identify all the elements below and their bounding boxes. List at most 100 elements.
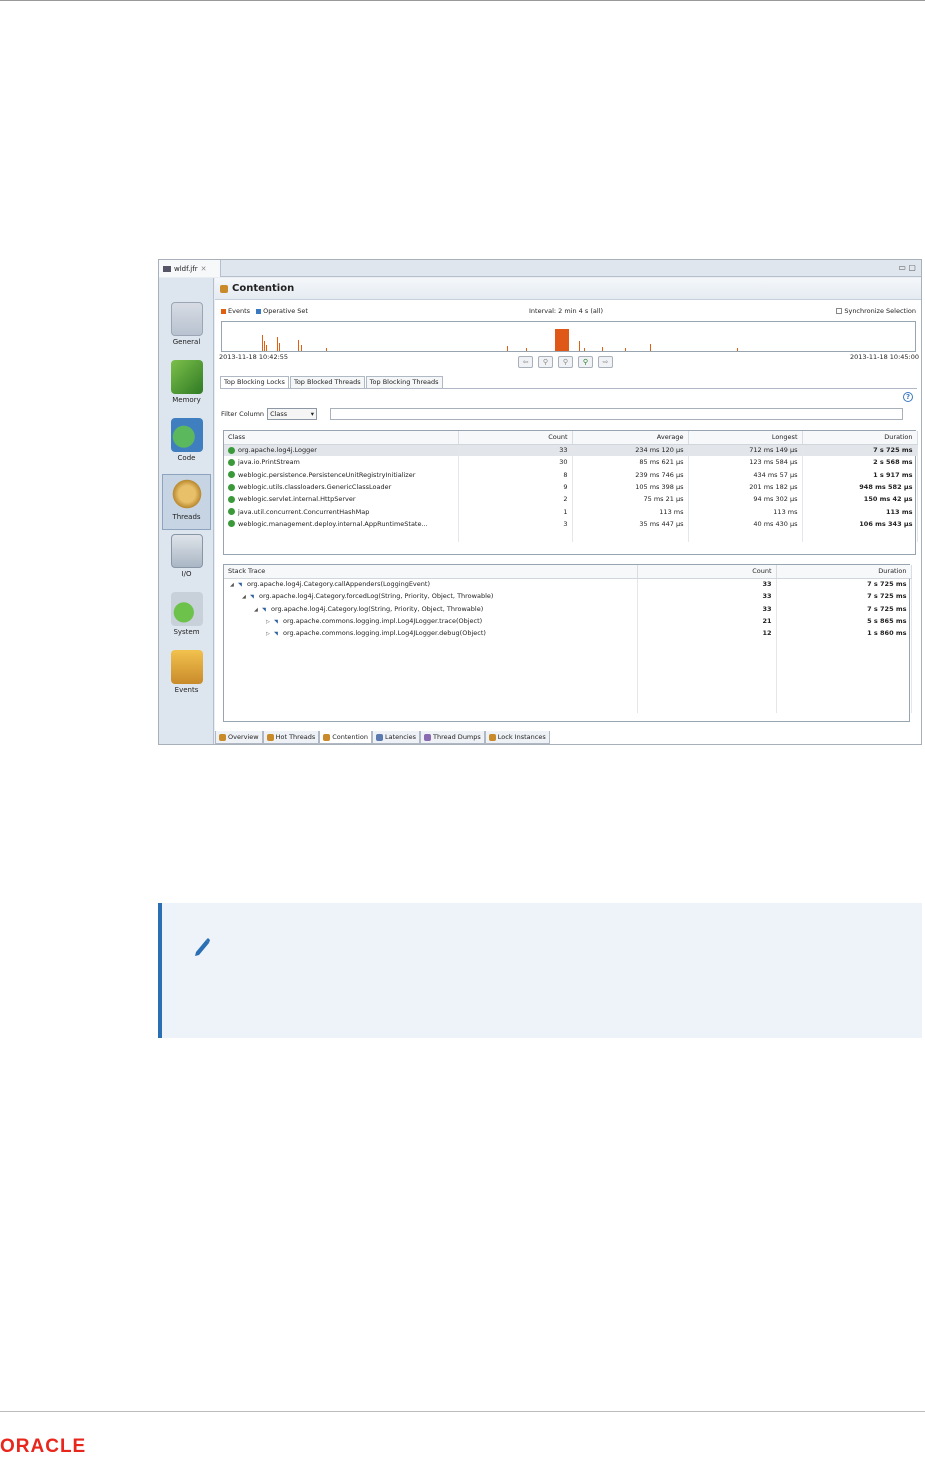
collapsed-triangle-icon[interactable]: ▷ (266, 619, 274, 625)
event-spike (526, 348, 527, 351)
bottom-tabs: Overview Hot Threads Contention Latencie… (215, 731, 550, 744)
table-row[interactable]: java.util.concurrent.ConcurrentHashMap 1… (224, 505, 918, 518)
table-row[interactable]: weblogic.management.deploy.internal.AppR… (224, 517, 918, 531)
zoom-out-button[interactable]: ⚲ (538, 356, 553, 368)
expanded-triangle-icon[interactable]: ◢ (242, 594, 250, 600)
memory-icon (170, 360, 203, 394)
threads-icon (170, 477, 203, 511)
frame-cell: ▷ ◥ org.apache.commons.logging.impl.Log4JL… (224, 614, 638, 628)
event-spike (326, 348, 327, 351)
event-spike (737, 348, 738, 351)
longest-cell: 123 ms 584 µs (688, 456, 803, 469)
class-name: org.apache.log4j.Logger (238, 446, 317, 455)
tab-lock-instances[interactable]: Lock Instances (484, 731, 550, 744)
sync-selection[interactable]: Synchronize Selection (836, 307, 916, 315)
close-icon[interactable]: ✕ (201, 265, 207, 273)
editor-tab[interactable]: wldf.jfr ✕ (159, 260, 221, 277)
filter-input[interactable] (330, 408, 903, 420)
timeline-chart[interactable] (221, 321, 916, 352)
class-name: weblogic.management.deploy.internal.AppR… (238, 519, 428, 528)
tab-overview[interactable]: Overview (215, 731, 263, 744)
tab-label: Lock Instances (497, 733, 546, 741)
tab-label: Hot Threads (275, 733, 316, 741)
window-controls[interactable]: ▭ ▢ (898, 263, 916, 272)
event-spike (279, 343, 280, 351)
frame-name: org.apache.commons.logging.impl.Log4JLog… (283, 629, 486, 638)
sync-checkbox[interactable] (836, 308, 843, 314)
table-row[interactable]: weblogic.persistence.PersistenceUnitRegi… (224, 468, 918, 481)
pan-left-button[interactable]: ⇦ (518, 356, 533, 368)
sidebar-item-io[interactable]: I/O (162, 532, 211, 588)
pan-right-button[interactable]: ⇨ (598, 356, 613, 368)
average-cell: 35 ms 447 µs (572, 517, 689, 531)
oracle-logo: ORACLE (0, 1436, 87, 1457)
table-row[interactable]: ▷ ◥ org.apache.commons.logging.impl.Log4JL… (224, 627, 912, 640)
tab-contention[interactable]: Contention (319, 731, 372, 744)
file-icon (163, 265, 171, 272)
sidebar-item-code[interactable]: Code (162, 416, 211, 472)
zoom-selection-button[interactable]: ⚲ (578, 356, 593, 368)
col-average[interactable]: Average (572, 431, 689, 445)
sidebar-item-general[interactable]: General (162, 300, 211, 356)
collapsed-triangle-icon[interactable]: ▷ (266, 631, 274, 637)
col-stack-trace[interactable]: Stack Trace (224, 565, 638, 579)
event-spike (264, 341, 265, 351)
col-longest[interactable]: Longest (688, 431, 803, 445)
tab-top-blocking-threads[interactable]: Top Blocking Threads (365, 376, 443, 388)
longest-cell: 94 ms 302 µs (688, 493, 803, 506)
table-row[interactable]: org.apache.log4j.Logger 33 234 ms 120 µs… (224, 444, 918, 457)
count-cell: 33 (637, 602, 777, 615)
editor-tab-label: wldf.jfr (174, 264, 198, 273)
longest-cell: 434 ms 57 µs (688, 468, 803, 481)
table-row[interactable]: weblogic.servlet.internal.HttpServer 2 7… (224, 493, 918, 506)
io-icon (170, 534, 203, 568)
tab-top-blocking-locks[interactable]: Top Blocking Locks (220, 376, 289, 388)
subtabs: Top Blocking Locks Top Blocked Threads T… (220, 376, 444, 388)
col-duration[interactable]: Duration (776, 565, 912, 579)
duration-cell: 7 s 725 ms (776, 578, 912, 591)
filter-row: Filter Column Class ▾ (221, 408, 318, 420)
events-swatch (221, 308, 226, 314)
average-cell: 234 ms 120 µs (572, 444, 689, 457)
tab-latencies[interactable]: Latencies (371, 731, 421, 744)
col-count[interactable]: Count (458, 431, 573, 445)
sidebar-item-label: Memory (172, 396, 201, 404)
col-duration[interactable]: Duration (802, 431, 918, 445)
count-cell: 2 (458, 493, 573, 506)
longest-cell: 113 ms (688, 505, 803, 518)
class-cell: weblogic.servlet.internal.HttpServer (224, 493, 459, 506)
table-row[interactable]: weblogic.utils.classloaders.GenericClass… (224, 480, 918, 494)
table-row-empty (224, 639, 912, 652)
col-count[interactable]: Count (637, 565, 777, 579)
longest-cell: 201 ms 182 µs (688, 480, 803, 494)
sidebar-item-memory[interactable]: Memory (162, 358, 211, 414)
table-row[interactable]: ◢ ◥ org.apache.log4j.Category.callAppender… (224, 578, 912, 591)
lock-instances-icon (488, 733, 496, 741)
table-row[interactable]: ◢ ◥ org.apache.log4j.Category.log(String, … (224, 602, 912, 615)
sidebar-item-system[interactable]: System (162, 590, 211, 646)
top-rule (0, 0, 925, 1)
filter-column-select[interactable]: Class ▾ (267, 408, 318, 420)
col-class[interactable]: Class (224, 431, 459, 445)
sidebar-item-threads[interactable]: Threads (162, 474, 211, 530)
event-spike (650, 344, 651, 351)
average-cell: 239 ms 746 µs (572, 468, 689, 481)
table-row[interactable]: ◢ ◥ org.apache.log4j.Category.forcedLog(St… (224, 590, 912, 603)
table-row[interactable]: ▷ ◥ org.apache.commons.logging.impl.Log4JL… (224, 614, 912, 628)
class-icon (228, 458, 235, 466)
tab-thread-dumps[interactable]: Thread Dumps (420, 731, 485, 744)
operative-swatch (256, 308, 262, 314)
sidebar: General Memory Code Threads I/O System E… (159, 278, 214, 744)
table-row[interactable]: java.io.PrintStream 30 85 ms 621 µs 123 … (224, 456, 918, 469)
zoom-in-button[interactable]: ⚲ (558, 356, 573, 368)
expanded-triangle-icon[interactable]: ◢ (254, 607, 262, 613)
sidebar-item-events[interactable]: Events (162, 648, 211, 704)
tab-top-blocked-threads[interactable]: Top Blocked Threads (289, 376, 365, 388)
help-icon[interactable]: ? (903, 392, 913, 402)
footer-rule (0, 1411, 925, 1412)
tab-label: Thread Dumps (433, 733, 481, 741)
sidebar-item-label: I/O (181, 570, 192, 578)
tab-hot-threads[interactable]: Hot Threads (262, 731, 320, 744)
count-cell: 1 (458, 505, 573, 518)
expanded-triangle-icon[interactable]: ◢ (230, 582, 238, 588)
